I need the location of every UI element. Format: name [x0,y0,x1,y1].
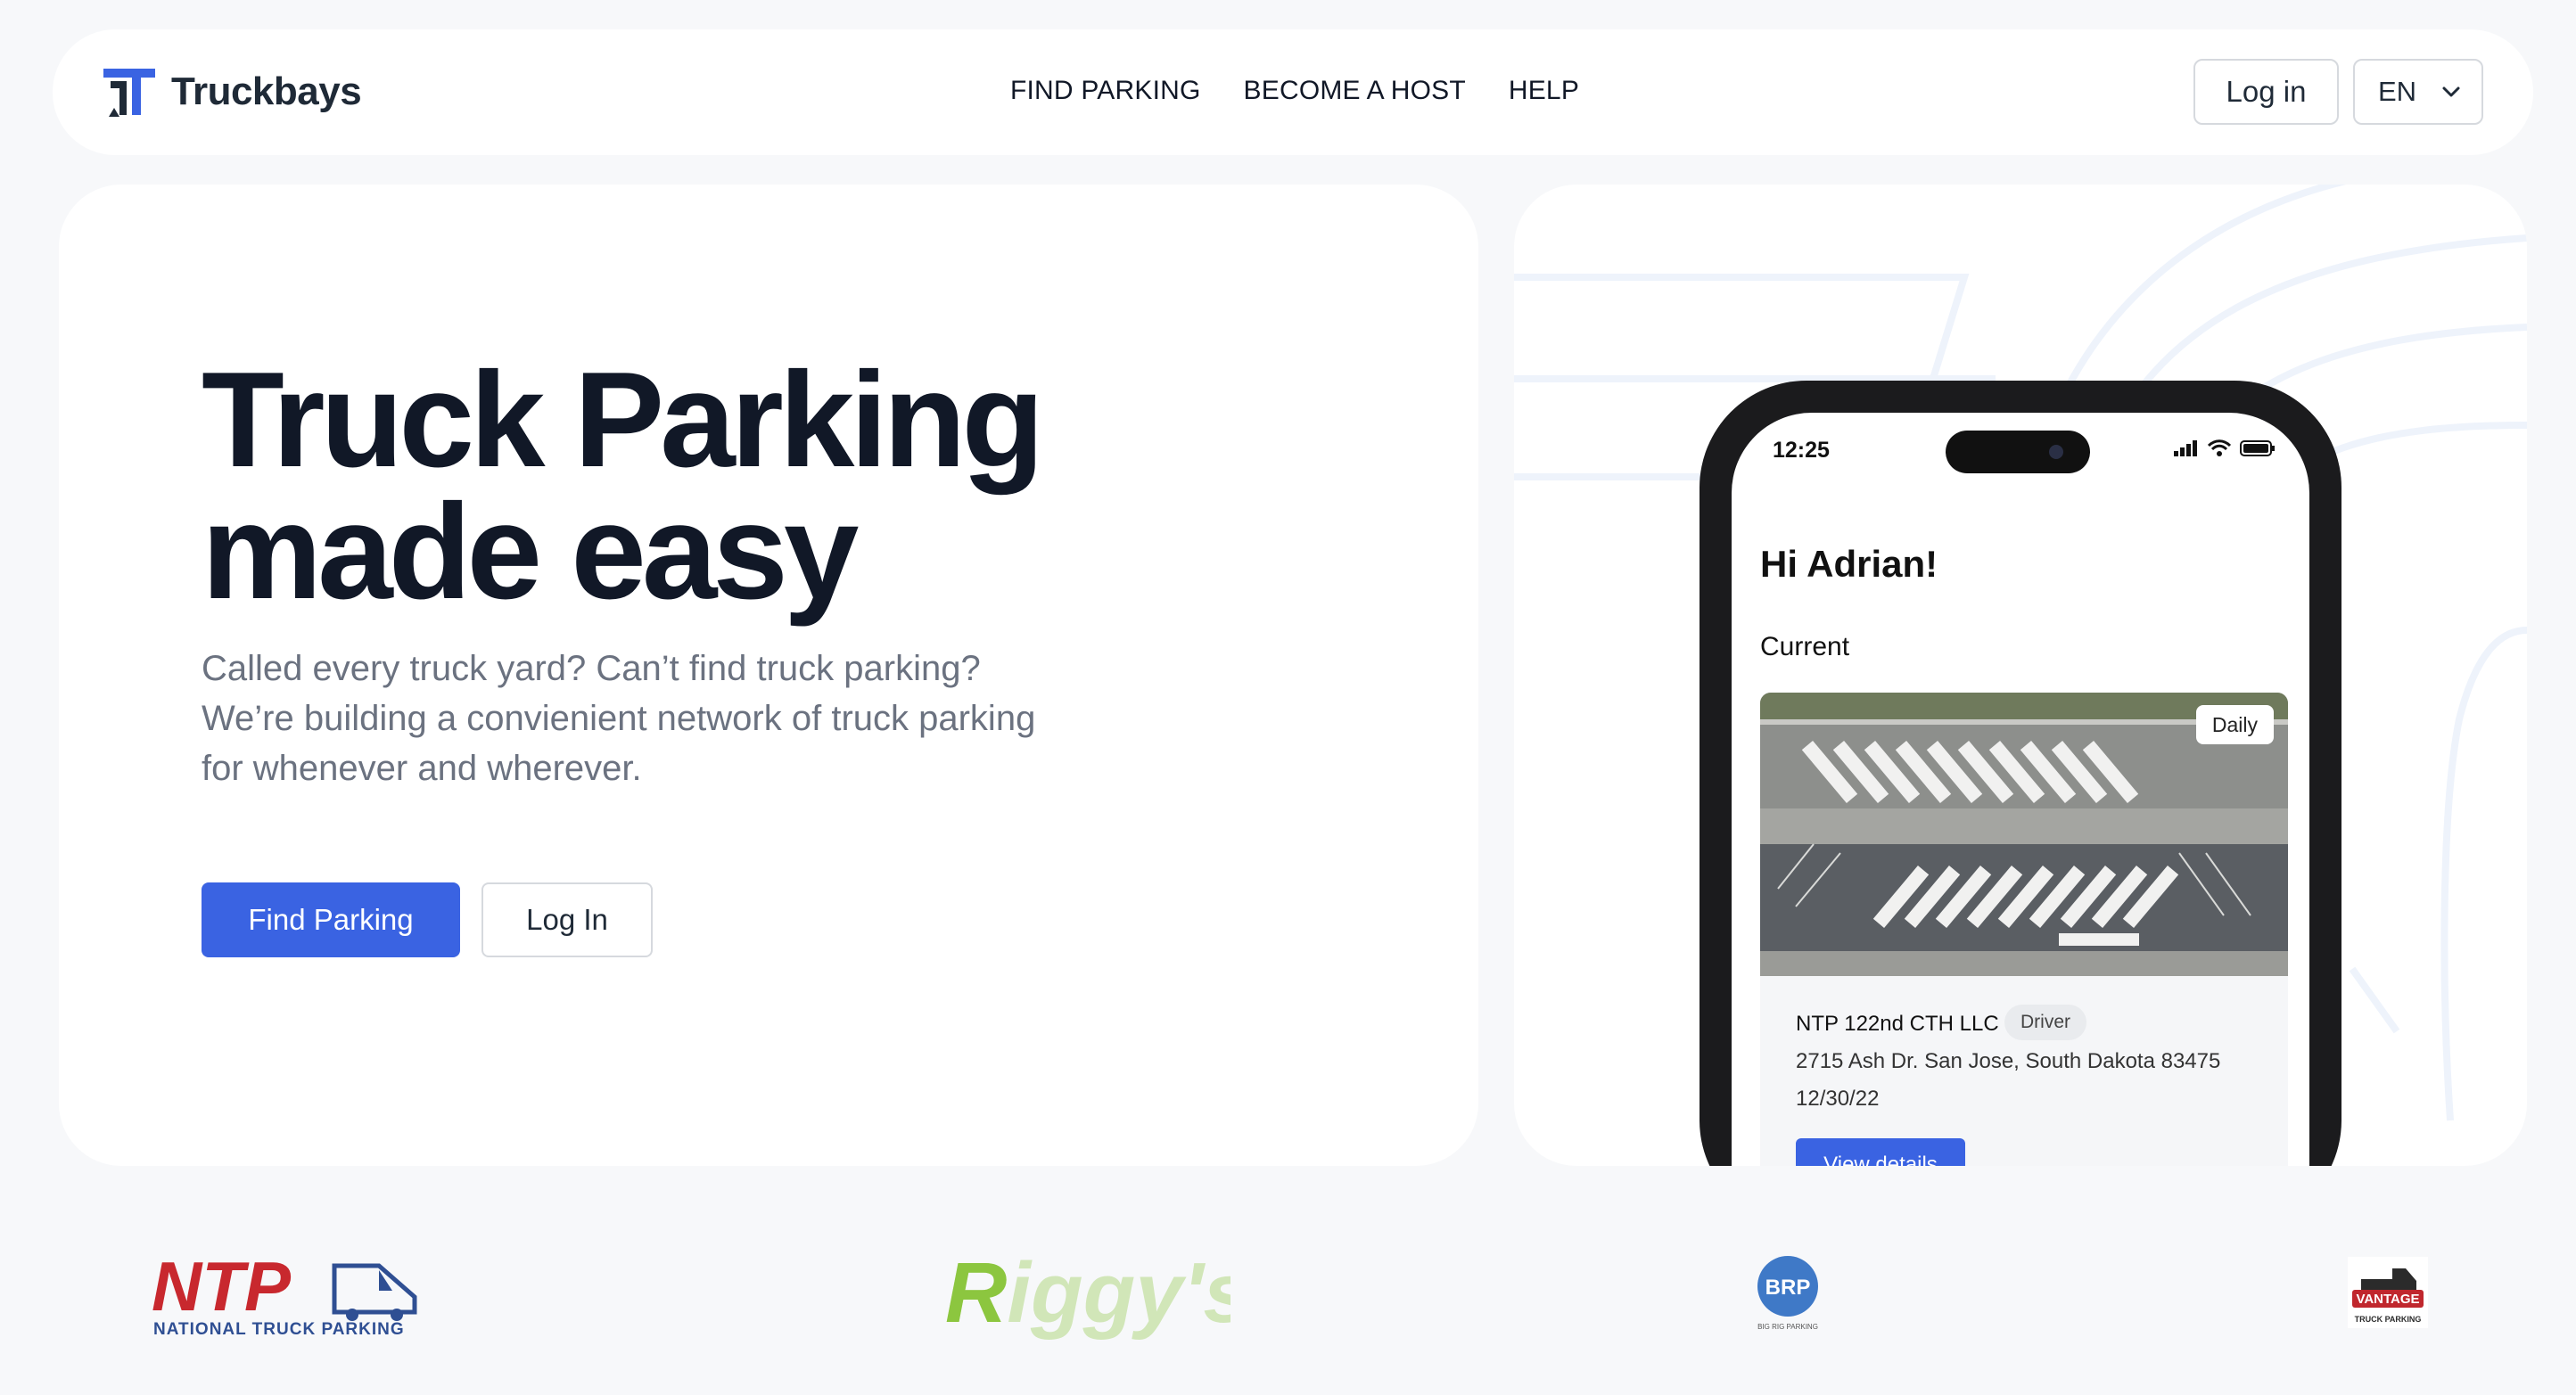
phone-screen: 12:25 Hi Adrian! Current Daily NTP 122nd… [1732,413,2309,1166]
wifi-icon [2208,439,2231,456]
location-address: 2715 Ash Dr. San Jose, South Dakota 8347… [1796,1049,2221,1073]
ntp-logo-text: NTP [152,1248,292,1325]
role-badge: Driver [2004,1005,2086,1040]
hero-login-button[interactable]: Log In [481,882,653,957]
parking-card[interactable]: Daily NTP 122nd CTH LLC Driver 2715 Ash … [1760,693,2288,1166]
language-select[interactable]: EN [2353,59,2483,125]
ntp-logo-subtext: NATIONAL TRUCK PARKING [153,1320,405,1337]
app-preview-panel: 12:25 Hi Adrian! Current Daily NTP 122nd… [1514,185,2527,1166]
main-nav: FIND PARKING BECOME A HOST HELP [1010,76,1579,106]
view-details-button[interactable]: View details [1796,1138,1965,1166]
hero-subtitle-line-2: We’re building a convienient network of … [202,699,1036,738]
nav-become-a-host[interactable]: BECOME A HOST [1244,76,1466,106]
find-parking-button[interactable]: Find Parking [202,882,460,957]
dynamic-island [1946,431,2090,473]
riggys-partner-logo: Riggy's R [945,1245,1230,1341]
nav-find-parking[interactable]: FIND PARKING [1010,76,1201,106]
brp-partner-logo: BRP BIG RIG PARKING [1757,1256,1818,1331]
brp-logo-mark: BRP [1765,1276,1811,1300]
hero-subtitle-line-3: for whenever and wherever. [202,749,642,788]
brp-logo-subtext: BIG RIG PARKING [1757,1323,1818,1331]
nav-help[interactable]: HELP [1509,76,1579,106]
status-icons [2174,439,2276,457]
top-navbar: Truckbays FIND PARKING BECOME A HOST HEL… [53,29,2533,155]
vantage-logo-subtext: TRUCK PARKING [2355,1315,2422,1324]
chevron-down-icon [2442,86,2460,97]
header-login-button[interactable]: Log in [2193,59,2339,125]
hero-subtitle-line-1: Called every truck yard? Can’t find truc… [202,649,981,688]
vantage-partner-logo: VANTAGE TRUCK PARKING [2348,1257,2428,1328]
vantage-logo-text: VANTAGE [2356,1292,2419,1307]
hero-panel: Truck Parking made easy Called every tru… [59,185,1478,1166]
hero-subtitle: Called every truck yard? Can’t find truc… [202,644,1182,793]
truckbays-logo-icon [103,69,155,117]
battery-icon [2240,440,2275,456]
hero-title-line-2: made easy [202,476,859,628]
booking-date: 12/30/22 [1796,1087,1880,1111]
signal-icon [2174,440,2197,456]
phone-mockup: 12:25 Hi Adrian! Current Daily NTP 122nd… [1700,381,2341,1166]
hero-title-line-1: Truck Parking [202,344,1044,496]
brand-logo[interactable]: Truckbays [102,65,362,119]
brand-name: Truckbays [171,70,362,113]
status-time: 12:25 [1773,438,1830,463]
location-name: NTP 122nd CTH LLC [1796,1012,1999,1036]
rate-tag: Daily [2195,705,2274,744]
hero-title: Truck Parking made easy [202,352,1044,620]
svg-text:R: R [945,1245,1007,1341]
section-label: Current [1760,632,1850,661]
language-code: EN [2378,76,2417,107]
greeting: Hi Adrian! [1760,543,1938,585]
ntp-partner-logo: NTP NATIONAL TRUCK PARKING [152,1248,417,1337]
